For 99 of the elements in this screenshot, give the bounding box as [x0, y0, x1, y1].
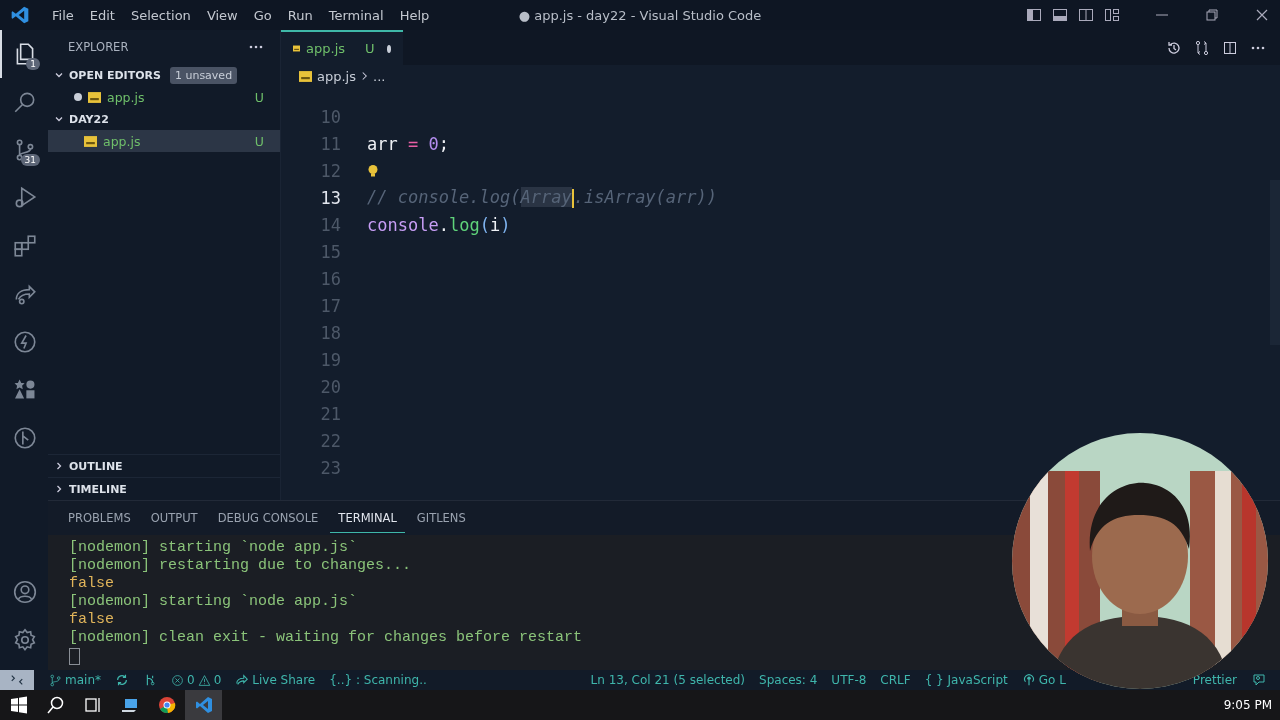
chevron-icon: [361, 71, 368, 81]
chevron-icon: [54, 70, 64, 80]
badge-count: 31: [20, 154, 40, 166]
code-line: // console.log(Array.isArray(arr)): [367, 187, 717, 208]
unsaved-dot-icon: [386, 44, 391, 53]
menu-item[interactable]: Selection: [122, 7, 199, 23]
panel-tab[interactable]: TERMINAL: [330, 503, 405, 533]
panel-tab[interactable]: OUTPUT: [142, 503, 206, 533]
layout-grid-icon[interactable]: [1104, 7, 1120, 23]
panel-toggle-icon[interactable]: [1052, 7, 1068, 23]
compare-changes-icon[interactable]: [1194, 39, 1210, 56]
unsaved-badge: 1 unsaved: [169, 66, 238, 84]
line-number: 15: [319, 241, 341, 262]
go-live-status[interactable]: Go L: [1021, 673, 1066, 687]
panel-tab[interactable]: GITLENS: [408, 503, 474, 533]
history-icon[interactable]: [1166, 39, 1182, 56]
restore-icon[interactable]: [1204, 7, 1220, 23]
remote-icon: [10, 673, 24, 687]
js-file-icon: [293, 43, 301, 54]
line-number: 12: [319, 160, 341, 181]
live-share-icon: [235, 673, 250, 687]
line-number: 22: [319, 430, 341, 451]
code-line: console.log(i): [367, 214, 511, 235]
branch-icon: [49, 673, 62, 687]
terminal-line: [nodemon] starting `node app.js`: [69, 593, 359, 611]
line-number: 13: [319, 187, 341, 208]
chevron-icon: [54, 484, 64, 494]
lightbulb-icon[interactable]: [367, 163, 379, 178]
status-item[interactable]: { } JavaScript: [924, 673, 1008, 687]
warning-icon: [197, 673, 211, 687]
line-number: 17: [319, 295, 341, 316]
error-icon: [171, 673, 184, 687]
feedback-icon[interactable]: [1251, 672, 1267, 688]
terminal-line: [nodemon] restarting due to changes...: [69, 557, 413, 575]
split-editor-icon[interactable]: [1222, 39, 1238, 56]
line-number: 23: [319, 457, 341, 478]
sidebar-toggle-icon[interactable]: [1026, 7, 1042, 23]
line-number: 18: [319, 322, 341, 343]
branch-status[interactable]: main*: [49, 673, 101, 687]
explorer-entry[interactable]: app.js U: [48, 130, 280, 152]
vscode-logo-icon: [10, 5, 30, 25]
line-number: 21: [319, 403, 341, 424]
status-item[interactable]: Spaces: 4: [759, 673, 818, 687]
menu-item[interactable]: Run: [279, 7, 321, 23]
badge-count: 1: [26, 58, 40, 70]
gitlens-icon[interactable]: [12, 425, 38, 451]
terminal-line: false: [69, 611, 115, 629]
breadcrumb-item[interactable]: app.js: [317, 68, 356, 84]
status-item[interactable]: Prettier: [1192, 673, 1237, 687]
terminal-line: [nodemon] clean exit - waiting for changes before restart: [69, 629, 584, 647]
error-count: 0: [187, 673, 195, 687]
menu-item[interactable]: Go: [245, 7, 280, 23]
account-icon[interactable]: [12, 579, 38, 605]
chevron-icon: [54, 461, 64, 471]
section-header[interactable]: OUTLINE: [48, 454, 280, 477]
lightning-icon[interactable]: [12, 329, 38, 355]
explorer-title: EXPLORER: [68, 40, 129, 54]
status-item[interactable]: UTF-8: [831, 673, 867, 687]
clock-time: 9:05 PM: [1223, 698, 1272, 712]
status-item[interactable]: CRLF: [880, 673, 911, 687]
status-item[interactable]: {..} : Scanning..: [329, 673, 427, 687]
warning-count: 0: [213, 673, 222, 687]
problems-status[interactable]: 0 0: [171, 673, 222, 687]
breadcrumb-item[interactable]: ...: [373, 68, 386, 84]
editor-tab[interactable]: app.js U: [281, 30, 403, 65]
line-number: 14: [319, 214, 341, 235]
line-number: 11: [319, 133, 341, 154]
sync-icon[interactable]: [115, 673, 129, 687]
js-file-icon: [299, 70, 312, 82]
menu-item[interactable]: View: [198, 7, 246, 23]
terminal-line: false: [69, 575, 115, 593]
explorer-entry[interactable]: app.js U: [48, 86, 280, 108]
code-line: arr = 0;: [367, 133, 449, 154]
menu-item[interactable]: Terminal: [320, 7, 392, 23]
line-number: 19: [319, 349, 341, 370]
window-title: ● app.js - day22 - Visual Studio Code: [518, 7, 762, 23]
section-header[interactable]: DAY22: [48, 108, 280, 130]
menu-item[interactable]: Help: [391, 7, 438, 23]
section-header[interactable]: OPEN EDITORS 1 unsaved: [48, 64, 280, 86]
split-layout-icon[interactable]: [1078, 7, 1094, 23]
extensions-icon[interactable]: [12, 233, 38, 259]
panel-tab[interactable]: DEBUG CONSOLE: [209, 503, 327, 533]
unsaved-dot-icon: [74, 93, 82, 101]
menu-item[interactable]: Edit: [81, 7, 123, 23]
panel-tab[interactable]: PROBLEMS: [60, 503, 139, 533]
broadcast-icon: [1021, 673, 1036, 687]
live-share-status[interactable]: Live Share: [235, 673, 316, 687]
status-item[interactable]: Ln 13, Col 21 (5 selected): [590, 673, 746, 687]
terminal-line: [nodemon] starting `node app.js`: [69, 539, 359, 557]
line-number: 16: [319, 268, 341, 289]
terminal-cursor: [69, 648, 80, 665]
line-number: 20: [319, 376, 341, 397]
close-icon[interactable]: [1254, 7, 1270, 23]
js-file-icon: [84, 135, 97, 147]
menu-item[interactable]: File: [44, 7, 82, 23]
chevron-icon: [54, 114, 64, 124]
settings-icon[interactable]: [12, 627, 38, 653]
js-file-icon: [88, 91, 101, 103]
line-number: 10: [319, 106, 341, 127]
